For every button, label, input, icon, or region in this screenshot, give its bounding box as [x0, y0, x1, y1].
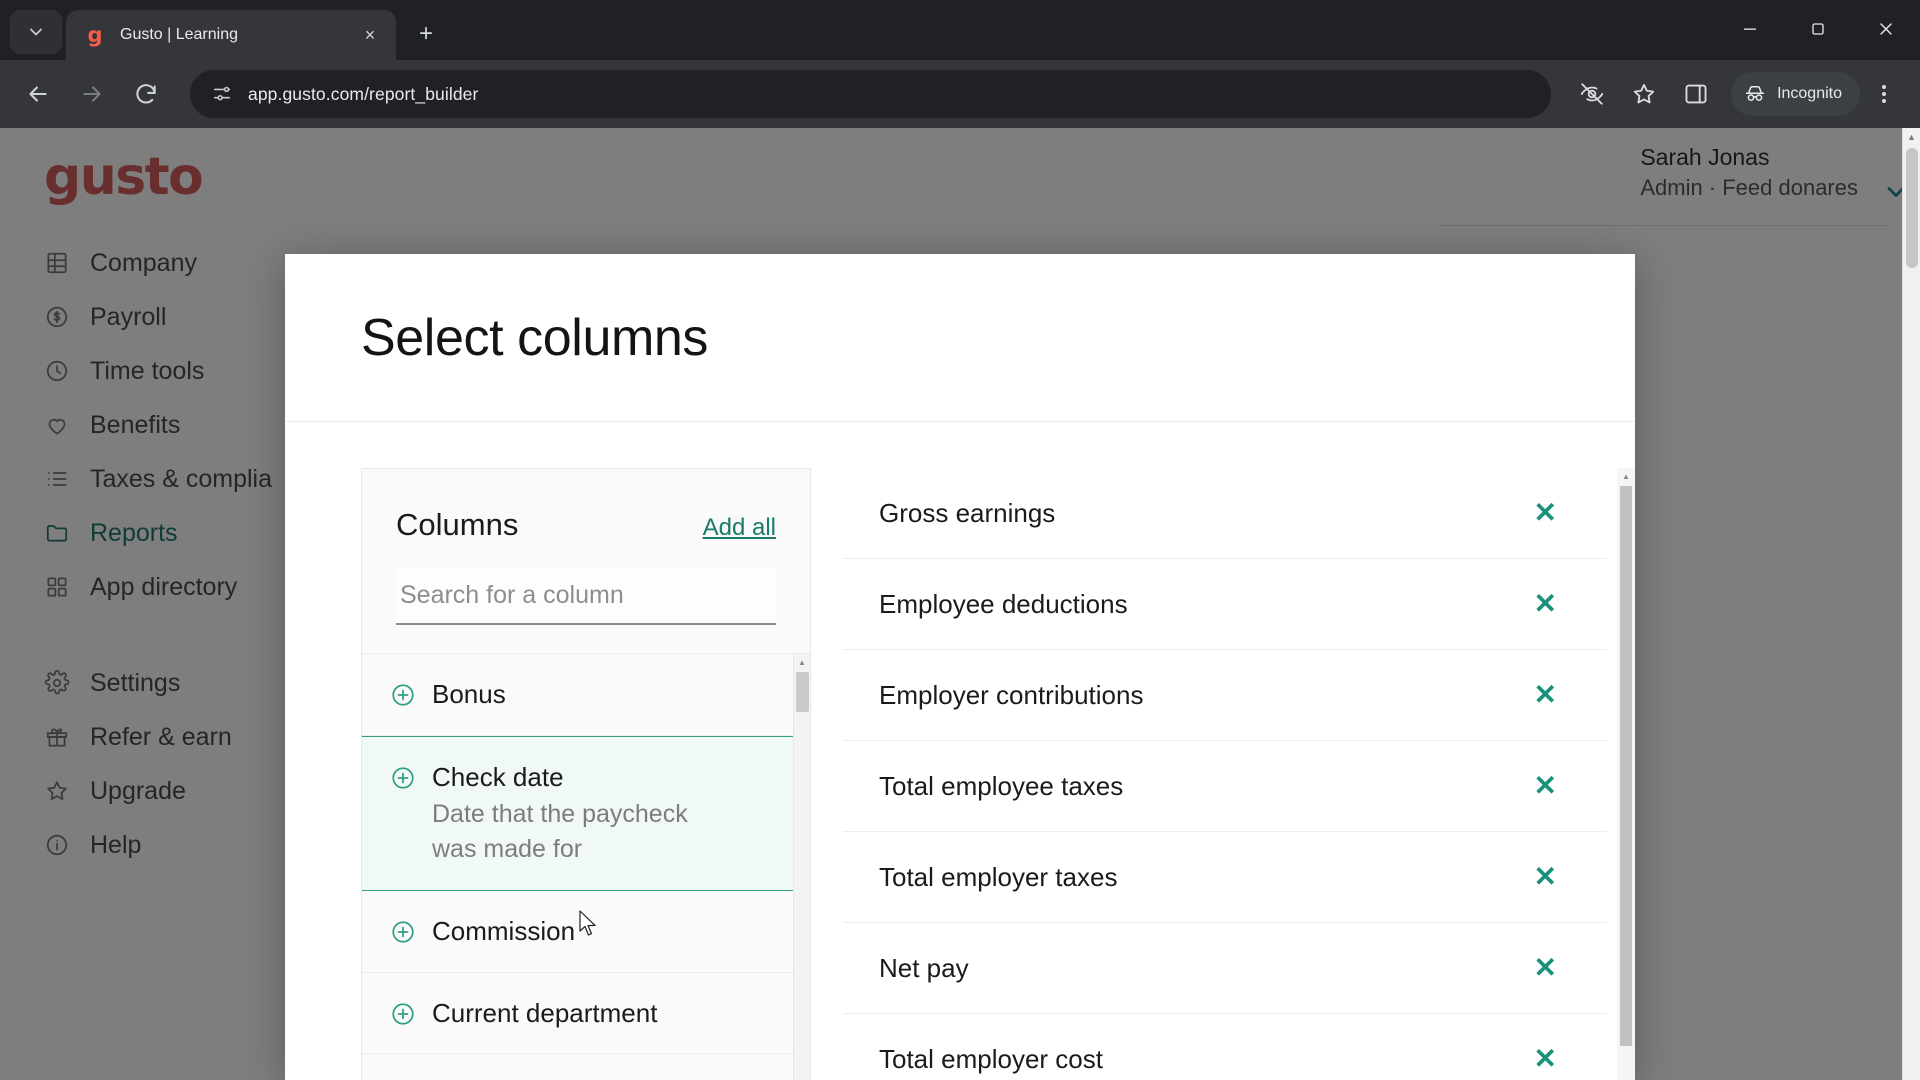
incognito-indicator[interactable]: Incognito — [1731, 72, 1860, 116]
selected-column-row: Total employee taxes ✕ — [843, 741, 1607, 832]
eye-off-icon — [1580, 83, 1604, 105]
scroll-up-icon[interactable]: ▲ — [1617, 468, 1635, 484]
column-option-description: Date that the paycheck was made for — [432, 800, 688, 863]
selected-column-name: Net pay — [879, 952, 969, 983]
column-option-check-date[interactable]: Check date Date that the paycheck was ma… — [362, 735, 810, 891]
modal-header: Select columns — [285, 254, 1635, 422]
selected-column-name: Total employer cost — [879, 1043, 1103, 1074]
columns-picker-panel: Columns Add all Search for a column Bonu… — [361, 468, 811, 1080]
column-option-text: Check date Date that the paycheck was ma… — [432, 761, 780, 867]
hide-button[interactable] — [1569, 71, 1615, 117]
arrow-right-icon — [83, 86, 101, 102]
remove-column-icon[interactable]: ✕ — [1534, 1045, 1557, 1073]
column-option-commission[interactable]: Commission — [362, 891, 810, 973]
site-settings-icon[interactable] — [206, 78, 238, 110]
minimize-icon — [1744, 28, 1756, 30]
incognito-icon — [1745, 85, 1765, 101]
maximize-button[interactable] — [1784, 0, 1852, 58]
side-panel-icon — [1685, 84, 1707, 104]
scrollbar-thumb[interactable] — [1620, 486, 1632, 1046]
chevron-down-icon — [30, 28, 42, 36]
plus-circle-icon — [390, 682, 416, 708]
side-panel-button[interactable] — [1673, 71, 1719, 117]
column-option-text: Bonus — [432, 678, 780, 711]
close-icon — [1880, 23, 1892, 35]
scrollbar-thumb[interactable] — [796, 672, 809, 712]
close-window-button[interactable] — [1852, 0, 1920, 58]
selected-column-name: Employee deductions — [879, 588, 1128, 619]
search-input[interactable] — [396, 567, 776, 625]
plus-circle-icon — [390, 1001, 416, 1027]
plus-circle-icon — [390, 765, 416, 791]
selected-column-name: Employer contributions — [879, 679, 1144, 710]
page-scrollbar[interactable]: ▲ — [1902, 128, 1920, 1080]
forward-button[interactable] — [70, 72, 114, 116]
search-wrapper — [362, 543, 810, 625]
modal-title: Select columns — [361, 308, 708, 367]
remove-column-icon[interactable]: ✕ — [1534, 772, 1557, 800]
tab-close-icon[interactable]: × — [356, 21, 384, 49]
minimize-button[interactable] — [1716, 0, 1784, 58]
column-option-text: Current department — [432, 997, 780, 1030]
column-option-current-department[interactable]: Current department — [362, 972, 810, 1054]
scroll-up-icon[interactable]: ▲ — [794, 654, 810, 671]
address-bar[interactable]: app.gusto.com/report_builder — [190, 70, 1552, 118]
add-all-link[interactable]: Add all — [703, 514, 776, 542]
selected-columns-panel: Gross earnings ✕ Employee deductions ✕ E… — [843, 468, 1635, 1080]
column-option-text: Commission — [432, 915, 780, 948]
column-option-name: Check date — [432, 761, 564, 792]
window-controls — [1716, 0, 1920, 58]
select-columns-modal: Select columns Columns Add all Search fo… — [285, 254, 1635, 1080]
star-icon — [1633, 83, 1655, 104]
modal-body: Columns Add all Search for a column Bonu… — [285, 422, 1635, 1080]
remove-column-icon[interactable]: ✕ — [1534, 590, 1557, 618]
scrollbar-thumb[interactable] — [1906, 148, 1918, 268]
selected-column-row: Total employer cost ✕ — [843, 1014, 1607, 1080]
back-button[interactable] — [16, 72, 60, 116]
column-option-dismissal-reason[interactable]: Dismissal reason — [362, 1054, 810, 1080]
remove-column-icon[interactable]: ✕ — [1534, 681, 1557, 709]
browser-menu-button[interactable] — [1864, 71, 1904, 117]
selected-column-name: Gross earnings — [879, 497, 1056, 528]
bookmark-button[interactable] — [1621, 71, 1667, 117]
column-option-name: Bonus — [432, 679, 506, 709]
incognito-label: Incognito — [1777, 85, 1842, 102]
browser-toolbar: app.gusto.com/report_builder Incognito — [0, 60, 1920, 128]
selected-column-row: Employee deductions ✕ — [843, 559, 1607, 650]
browser-window: g Gusto | Learning × + app.gusto.com/rep… — [0, 0, 1920, 1080]
address-bar-url: app.gusto.com/report_builder — [248, 83, 479, 104]
tune-icon — [213, 86, 231, 101]
selected-column-name: Total employee taxes — [879, 770, 1124, 801]
gusto-favicon-icon: g — [87, 22, 103, 47]
selected-column-row: Gross earnings ✕ — [843, 468, 1607, 559]
three-dots-icon — [1882, 85, 1886, 103]
selected-column-row: Total employer taxes ✕ — [843, 832, 1607, 923]
column-option-name: Commission — [432, 916, 576, 946]
remove-column-icon[interactable]: ✕ — [1534, 863, 1557, 891]
columns-list: Bonus Check date Date that the paycheck … — [362, 653, 810, 1080]
picker-heading: Columns — [396, 507, 519, 542]
columns-list-scrollbar[interactable]: ▲ — [793, 654, 810, 1080]
tab-title: Gusto | Learning — [120, 26, 239, 43]
plus-circle-icon — [390, 919, 416, 945]
new-tab-button[interactable]: + — [406, 14, 446, 54]
selected-column-row: Employer contributions ✕ — [843, 650, 1607, 741]
scroll-up-icon[interactable]: ▲ — [1903, 128, 1920, 146]
remove-column-icon[interactable]: ✕ — [1534, 954, 1557, 982]
column-option-name: Current department — [432, 997, 658, 1028]
remove-column-icon[interactable]: ✕ — [1534, 499, 1557, 527]
arrow-left-icon — [29, 86, 47, 102]
column-option-bonus[interactable]: Bonus — [362, 654, 810, 736]
tab-search-button[interactable] — [10, 10, 62, 54]
reload-icon — [136, 84, 156, 104]
selected-columns-scrollbar[interactable]: ▲ — [1617, 468, 1635, 1080]
selected-column-name: Total employer taxes — [879, 861, 1118, 892]
page-viewport: gusto Sarah Jonas Admin · Feed donares — [0, 128, 1920, 1080]
tab-strip: g Gusto | Learning × + — [0, 0, 1920, 60]
reload-button[interactable] — [124, 72, 168, 116]
maximize-icon — [1812, 23, 1824, 35]
picker-header: Columns Add all — [362, 469, 810, 543]
selected-column-row: Net pay ✕ — [843, 923, 1607, 1014]
browser-tab[interactable]: g Gusto | Learning × — [66, 10, 396, 60]
